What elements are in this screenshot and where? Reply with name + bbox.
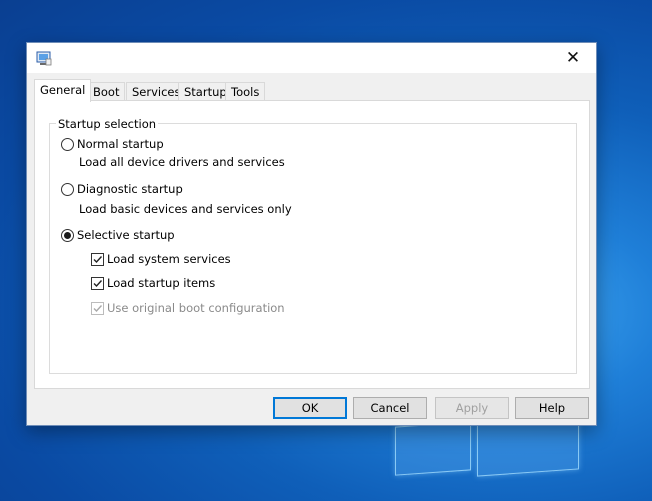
windows-logo-pane-left bbox=[395, 421, 471, 476]
checkbox-checked-disabled-icon bbox=[91, 301, 104, 315]
tab-boot[interactable]: Boot bbox=[87, 82, 126, 102]
ok-button[interactable]: OK bbox=[273, 397, 347, 419]
normal-startup-radio[interactable]: Normal startup bbox=[61, 137, 164, 151]
tab-general[interactable]: General bbox=[34, 79, 92, 102]
radio-button-selected-icon[interactable] bbox=[61, 228, 74, 242]
radio-button-icon[interactable] bbox=[61, 182, 74, 196]
msconfig-icon bbox=[36, 50, 52, 66]
general-tab-panel: Startup selection Normal startup Load al… bbox=[34, 100, 590, 389]
use-original-boot-configuration-label: Use original boot configuration bbox=[107, 301, 285, 315]
help-button[interactable]: Help bbox=[515, 397, 589, 419]
tab-tools[interactable]: Tools bbox=[225, 82, 266, 102]
normal-startup-description: Load all device drivers and services bbox=[79, 155, 285, 169]
load-startup-items-label: Load startup items bbox=[107, 276, 216, 290]
checkbox-checked-icon[interactable] bbox=[91, 276, 104, 290]
selective-startup-radio[interactable]: Selective startup bbox=[61, 228, 175, 242]
startup-selection-label: Startup selection bbox=[56, 117, 159, 131]
diagnostic-startup-description: Load basic devices and services only bbox=[79, 202, 292, 216]
radio-button-icon[interactable] bbox=[61, 137, 74, 151]
diagnostic-startup-radio[interactable]: Diagnostic startup bbox=[61, 182, 183, 196]
normal-startup-label: Normal startup bbox=[77, 137, 164, 151]
load-system-services-label: Load system services bbox=[107, 252, 231, 266]
title-bar[interactable]: ✕ bbox=[27, 43, 596, 73]
apply-button: Apply bbox=[435, 397, 509, 419]
use-original-boot-configuration-checkbox: Use original boot configuration bbox=[91, 301, 285, 315]
cancel-button[interactable]: Cancel bbox=[353, 397, 427, 419]
checkbox-checked-icon[interactable] bbox=[91, 252, 104, 266]
load-startup-items-checkbox[interactable]: Load startup items bbox=[91, 276, 215, 290]
selective-startup-label: Selective startup bbox=[77, 228, 175, 242]
close-button[interactable]: ✕ bbox=[550, 43, 596, 73]
desktop-windows-logo bbox=[395, 416, 579, 477]
load-system-services-checkbox[interactable]: Load system services bbox=[91, 252, 231, 266]
diagnostic-startup-label: Diagnostic startup bbox=[77, 182, 183, 196]
system-configuration-dialog: ✕ General Boot Services Startup Tools St… bbox=[26, 42, 597, 426]
